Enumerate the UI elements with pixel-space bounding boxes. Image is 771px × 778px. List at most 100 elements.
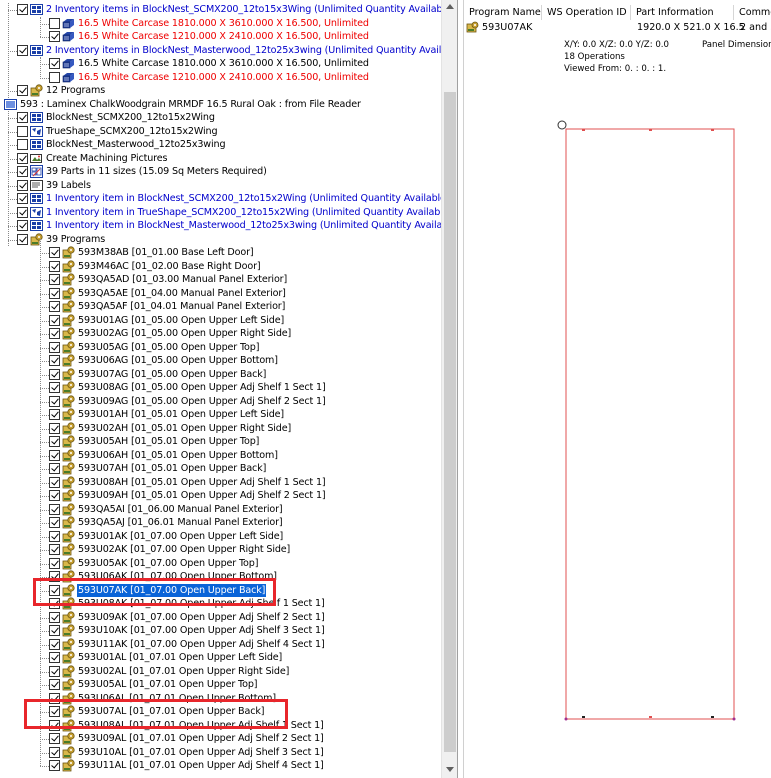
tree-node[interactable]: 593U07AH [01_05.01 Open Upper Back] — [0, 462, 441, 476]
tree-node-checkbox[interactable] — [49, 382, 60, 393]
tree-node-checkbox[interactable] — [49, 71, 60, 83]
tree-node[interactable]: 593U01AH [01_05.01 Open Upper Left Side] — [0, 408, 441, 422]
tree-node[interactable]: 593QA5AJ [01_06.01 Manual Panel Exterior… — [0, 516, 441, 530]
tree-node[interactable]: 593U05AH [01_05.01 Open Upper Top] — [0, 435, 441, 449]
tree-node[interactable]: 593U10AL [01_07.01 Open Upper Adj Shelf … — [0, 745, 441, 760]
tree-node-checkbox[interactable] — [49, 463, 60, 474]
tree-node[interactable]: 1 Inventory item in BlockNest_Masterwood… — [0, 219, 457, 233]
tree-node[interactable]: 593U08AG [01_05.00 Open Upper Adj Shelf … — [0, 381, 441, 395]
tree-node[interactable]: 593U09AH [01_05.01 Open Upper Adj Shelf … — [0, 489, 441, 503]
tree-node[interactable]: 593U07AG [01_05.00 Open Upper Back] — [0, 367, 441, 382]
tree-node[interactable]: 39 Programs — [0, 232, 441, 247]
tree-node[interactable]: 593U02AG [01_05.00 Open Upper Right Side… — [0, 327, 441, 341]
tree-node[interactable]: 593U02AH [01_05.01 Open Upper Right Side… — [0, 421, 441, 436]
column-header-ws-operation-id[interactable]: WS Operation ID — [542, 5, 631, 20]
tree-node[interactable]: 39 Labels — [0, 179, 441, 193]
tree-node[interactable]: 16.5 White Carcase 1210.000 X 2410.000 X… — [0, 71, 441, 85]
tree-node-checkbox[interactable] — [17, 125, 28, 137]
tree-node[interactable]: 593U01AL [01_07.01 Open Upper Left Side] — [0, 651, 441, 665]
tree-node-checkbox[interactable] — [17, 4, 28, 15]
tree-node-checkbox[interactable] — [49, 652, 60, 663]
tree-node[interactable]: 593U11AK [01_07.00 Open Upper Adj Shelf … — [0, 637, 441, 652]
tree-node[interactable]: Create Machining Pictures — [0, 152, 441, 166]
tree-node[interactable]: 593U08AH [01_05.01 Open Upper Adj Shelf … — [0, 475, 441, 490]
tree-node[interactable]: 593U05AL [01_07.01 Open Upper Top] — [0, 678, 441, 692]
tree-node-checkbox[interactable] — [49, 395, 60, 407]
tree-node-checkbox[interactable] — [49, 557, 60, 569]
tree-node[interactable]: 593U05AG [01_05.00 Open Upper Top] — [0, 340, 441, 355]
tree-node-checkbox[interactable] — [49, 287, 60, 299]
tree-node-checkbox[interactable] — [17, 233, 28, 245]
column-header-program-name[interactable]: Program Name — [464, 5, 542, 20]
tree-node-checkbox[interactable] — [49, 436, 60, 447]
tree-node[interactable]: 2 Inventory items in BlockNest_Masterwoo… — [0, 44, 457, 58]
tree-node-checkbox[interactable] — [17, 112, 28, 123]
tree-node-checkbox[interactable] — [49, 314, 60, 326]
tree-node-checkbox[interactable] — [49, 733, 60, 744]
tree-node-checkbox[interactable] — [49, 530, 60, 542]
tree-node-checkbox[interactable] — [17, 206, 28, 218]
tree-node[interactable]: 16.5 White Carcase 1810.000 X 3610.000 X… — [0, 17, 441, 31]
tree-node-checkbox[interactable] — [49, 503, 60, 515]
tree-node[interactable]: TrueShape_SCMX200_12to15x2Wing — [0, 125, 441, 139]
tree-node-checkbox[interactable] — [49, 490, 60, 501]
tree-node[interactable]: 2 Inventory items in BlockNest_SCMX200_1… — [0, 3, 454, 17]
tree-node-checkbox[interactable] — [49, 260, 60, 272]
tree-node-checkbox[interactable] — [49, 679, 60, 690]
tree-node-checkbox[interactable] — [49, 665, 60, 677]
tree-node-checkbox[interactable] — [49, 274, 60, 285]
tree-node-checkbox[interactable] — [17, 166, 28, 177]
tree-node[interactable]: 593U01AK [01_07.00 Open Upper Left Side] — [0, 529, 441, 544]
tree-node-checkbox[interactable] — [49, 422, 60, 434]
tree-node-checkbox[interactable] — [17, 179, 28, 191]
tree-node[interactable]: 593QA5AF [01_04.01 Manual Panel Exterior… — [0, 300, 441, 314]
column-header-part-information[interactable]: Part Information — [631, 5, 734, 20]
tree-node-checkbox[interactable] — [49, 328, 60, 339]
tree-node-checkbox[interactable] — [17, 44, 28, 56]
scroll-up-arrow-icon[interactable] — [446, 4, 454, 9]
tree-node-checkbox[interactable] — [49, 517, 60, 528]
tree-node-checkbox[interactable] — [17, 85, 28, 96]
column-header-comments[interactable]: Comments — [734, 5, 771, 20]
tree-node[interactable]: 39 Parts in 11 sizes (15.09 Sq Meters Re… — [0, 165, 441, 179]
tree-node-checkbox[interactable] — [49, 746, 60, 758]
tree-node[interactable]: 593QA5AE [01_04.00 Manual Panel Exterior… — [0, 286, 441, 301]
tree-node-checkbox[interactable] — [49, 17, 60, 29]
tree-node[interactable]: 593U10AK [01_07.00 Open Upper Adj Shelf … — [0, 624, 441, 638]
tree-node[interactable]: 593U06AG [01_05.00 Open Upper Bottom] — [0, 354, 441, 368]
tree-node-checkbox[interactable] — [49, 31, 60, 42]
tree-scrollbar[interactable] — [441, 0, 457, 778]
tree-node[interactable]: 593U05AK [01_07.00 Open Upper Top] — [0, 556, 441, 571]
scroll-down-arrow-icon[interactable] — [446, 767, 454, 772]
tree-node-checkbox[interactable] — [49, 301, 60, 312]
tree-node[interactable]: 593U11AL [01_07.01 Open Upper Adj Shelf … — [0, 759, 441, 773]
tree-node-checkbox[interactable] — [49, 247, 60, 258]
tree-node-checkbox[interactable] — [49, 355, 60, 366]
tree-node-checkbox[interactable] — [49, 58, 60, 69]
details-row[interactable]: 593U07AK 1920.0 X 521.0 X 16.5 2 and 3 — [464, 21, 771, 35]
tree-node[interactable]: BlockNest_Masterwood_12to25x3wing — [0, 138, 441, 152]
tree-node[interactable]: 12 Programs — [0, 84, 441, 98]
tree-node[interactable]: 1 Inventory item in BlockNest_SCMX200_12… — [0, 192, 450, 206]
tree-node-checkbox[interactable] — [49, 760, 60, 771]
tree-node[interactable]: 593 : Laminex ChalkWoodgrain MRMDF 16.5 … — [0, 98, 441, 112]
tree-node-checkbox[interactable] — [49, 368, 60, 380]
tree-node-checkbox[interactable] — [49, 611, 60, 623]
tree-node[interactable]: 593U09AL [01_07.01 Open Upper Adj Shelf … — [0, 732, 441, 746]
tree-node[interactable]: 593U09AK [01_07.00 Open Upper Adj Shelf … — [0, 610, 441, 625]
tree-node-checkbox[interactable] — [17, 220, 28, 231]
tree-node-checkbox[interactable] — [49, 409, 60, 420]
tree-node-checkbox[interactable] — [17, 139, 28, 150]
tree-node[interactable]: 1 Inventory item in TrueShape_SCMX200_12… — [0, 206, 452, 220]
tree-node-checkbox[interactable] — [17, 152, 28, 164]
tree-node[interactable]: 593M46AC [01_02.00 Base Right Door] — [0, 259, 441, 274]
tree-node-checkbox[interactable] — [49, 625, 60, 636]
tree-node[interactable]: BlockNest_SCMX200_12to15x2Wing — [0, 111, 441, 125]
tree-node-checkbox[interactable] — [49, 544, 60, 555]
tree-node[interactable]: 16.5 White Carcase 1810.000 X 3610.000 X… — [0, 57, 441, 71]
tree-node[interactable]: 593U06AH [01_05.01 Open Upper Bottom] — [0, 448, 441, 463]
tree-node-checkbox[interactable] — [49, 449, 60, 461]
tree-node[interactable]: 593M38AB [01_01.00 Base Left Door] — [0, 246, 441, 260]
tree-node-checkbox[interactable] — [49, 638, 60, 650]
scrollbar-thumb[interactable] — [444, 92, 456, 752]
